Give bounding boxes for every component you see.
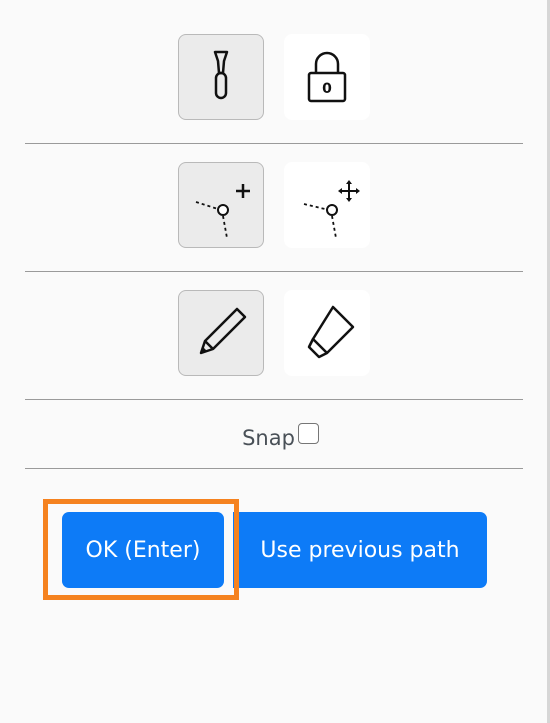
divider-2 (25, 271, 523, 272)
snap-row: Snap (0, 420, 547, 450)
lock-tool-button[interactable]: 0 (284, 34, 370, 120)
move-vertex-icon (303, 180, 360, 239)
divider-4 (25, 468, 523, 469)
pencil-tool-button[interactable] (178, 290, 264, 376)
ok-button[interactable]: OK (Enter) (62, 512, 224, 588)
tool-row-3 (0, 290, 547, 376)
lock-glyph: 0 (322, 81, 332, 97)
tool-row-1: 0 (0, 34, 547, 120)
lock-icon: 0 (307, 51, 347, 103)
tool-row-2 (0, 162, 547, 248)
divider-3 (25, 399, 523, 400)
move-vertex-tool-button[interactable] (284, 162, 370, 248)
add-vertex-icon (195, 184, 250, 239)
screwdriver-icon (213, 50, 229, 100)
snap-label: Snap (242, 426, 295, 450)
divider-1 (25, 143, 523, 144)
snap-checkbox[interactable] (297, 422, 319, 444)
pencil-icon (199, 307, 247, 355)
screwdriver-tool-button[interactable] (178, 34, 264, 120)
add-vertex-tool-button[interactable] (178, 162, 264, 248)
eraser-tool-button[interactable] (284, 290, 370, 376)
eraser-icon (307, 305, 355, 359)
use-previous-path-button[interactable]: Use previous path (233, 512, 487, 588)
